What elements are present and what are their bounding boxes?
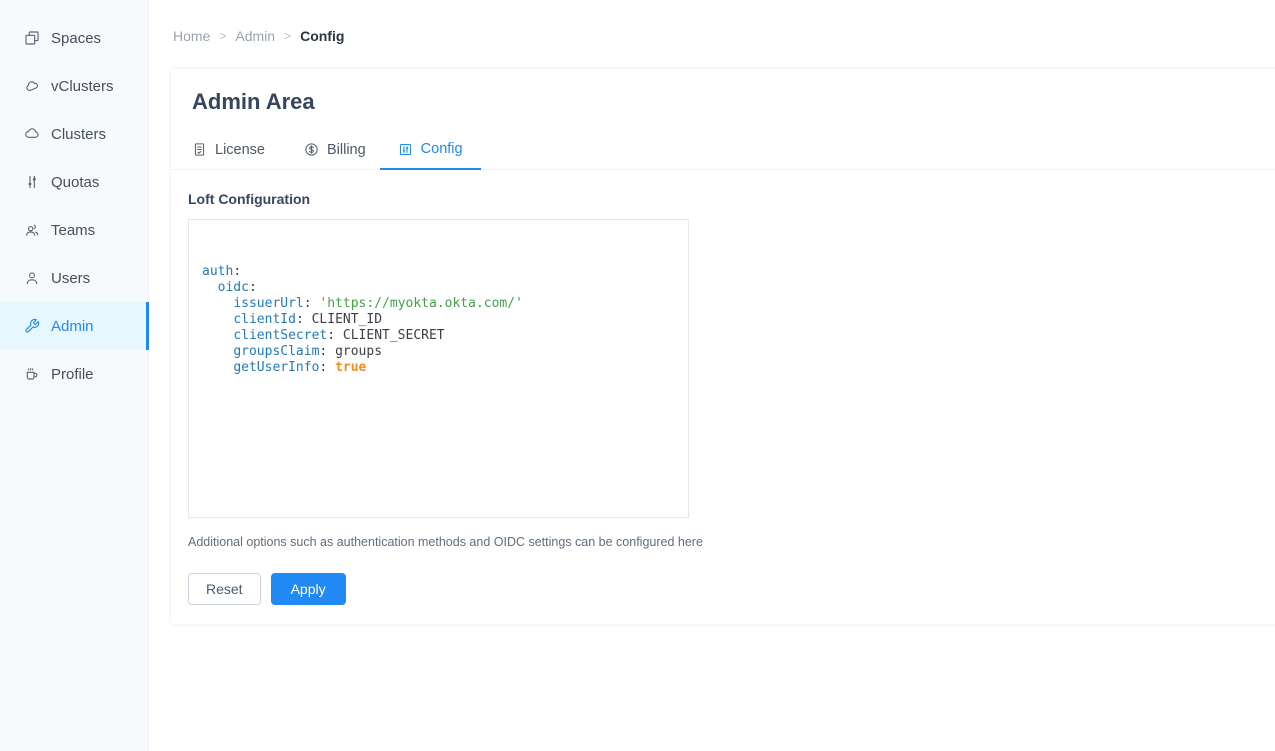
tab-bar: License Billing Config [171,134,1275,170]
sidebar-item-clusters[interactable]: Clusters [0,110,149,158]
sidebar-item-label: Spaces [51,30,101,47]
license-icon [192,142,207,157]
page-title: Admin Area [171,69,1275,113]
code-line: issuerUrl: 'https://myokta.okta.com/' [202,296,675,312]
code-line: auth: [202,264,675,280]
breadcrumb: Home > Admin > Config [149,0,1275,44]
sidebar-item-label: Quotas [51,174,99,191]
config-sliders-icon [398,142,413,157]
code-line: getUserInfo: true [202,360,675,376]
sidebar-item-label: Teams [51,222,95,239]
sidebar-item-admin[interactable]: Admin [0,302,149,350]
breadcrumb-item-home[interactable]: Home [173,28,210,44]
sidebar-item-label: Clusters [51,126,106,143]
tab-license[interactable]: License [192,134,265,169]
code-line: oidc: [202,280,675,296]
sidebar-item-label: Profile [51,366,94,383]
sidebar-item-label: vClusters [51,78,114,95]
breadcrumb-separator: > [219,29,226,43]
spaces-icon [24,30,40,46]
sidebar-item-label: Users [51,270,90,287]
users-icon [24,270,40,286]
profile-mug-icon [24,366,40,382]
helper-text: Additional options such as authenticatio… [188,535,1270,549]
teams-icon [24,222,40,238]
sidebar-nav: Spaces vClusters Clusters Quotas Teams Users A… [0,14,148,398]
sidebar-item-spaces[interactable]: Spaces [0,14,149,62]
code-line: groupsClaim: groups [202,344,675,360]
config-editor[interactable]: auth: oidc: issuerUrl: 'https://myokta.o… [188,219,689,518]
breadcrumb-item-config: Config [300,28,344,44]
sidebar: Spaces vClusters Clusters Quotas Teams Users A… [0,0,149,751]
config-section: Loft Configuration auth: oidc: issuerUrl… [171,191,1275,624]
tab-label: License [215,142,265,158]
button-row: Reset Apply [188,573,1270,605]
reset-button[interactable]: Reset [188,573,261,605]
breadcrumb-separator: > [284,29,291,43]
config-editor-code: auth: oidc: issuerUrl: 'https://myokta.o… [202,264,675,376]
sidebar-item-teams[interactable]: Teams [0,206,149,254]
sidebar-item-profile[interactable]: Profile [0,350,149,398]
code-line: clientSecret: CLIENT_SECRET [202,328,675,344]
vclusters-icon [24,78,40,94]
code-line: clientId: CLIENT_ID [202,312,675,328]
sidebar-item-users[interactable]: Users [0,254,149,302]
tab-config[interactable]: Config [380,134,481,170]
clusters-icon [24,126,40,142]
main-content: Home > Admin > Config Admin Area License Bill… [149,0,1275,751]
tab-billing[interactable]: Billing [304,134,366,169]
tab-label: Billing [327,142,366,158]
tab-label: Config [421,141,463,157]
quotas-icon [24,174,40,190]
billing-dollar-icon [304,142,319,157]
section-heading: Loft Configuration [188,191,1270,207]
sidebar-item-quotas[interactable]: Quotas [0,158,149,206]
admin-wrench-icon [24,318,40,334]
sidebar-item-vclusters[interactable]: vClusters [0,62,149,110]
sidebar-item-label: Admin [51,318,94,335]
breadcrumb-item-admin[interactable]: Admin [235,28,275,44]
admin-area-card: Admin Area License Billing Config Loft Con… [171,69,1275,624]
apply-button[interactable]: Apply [271,573,346,605]
